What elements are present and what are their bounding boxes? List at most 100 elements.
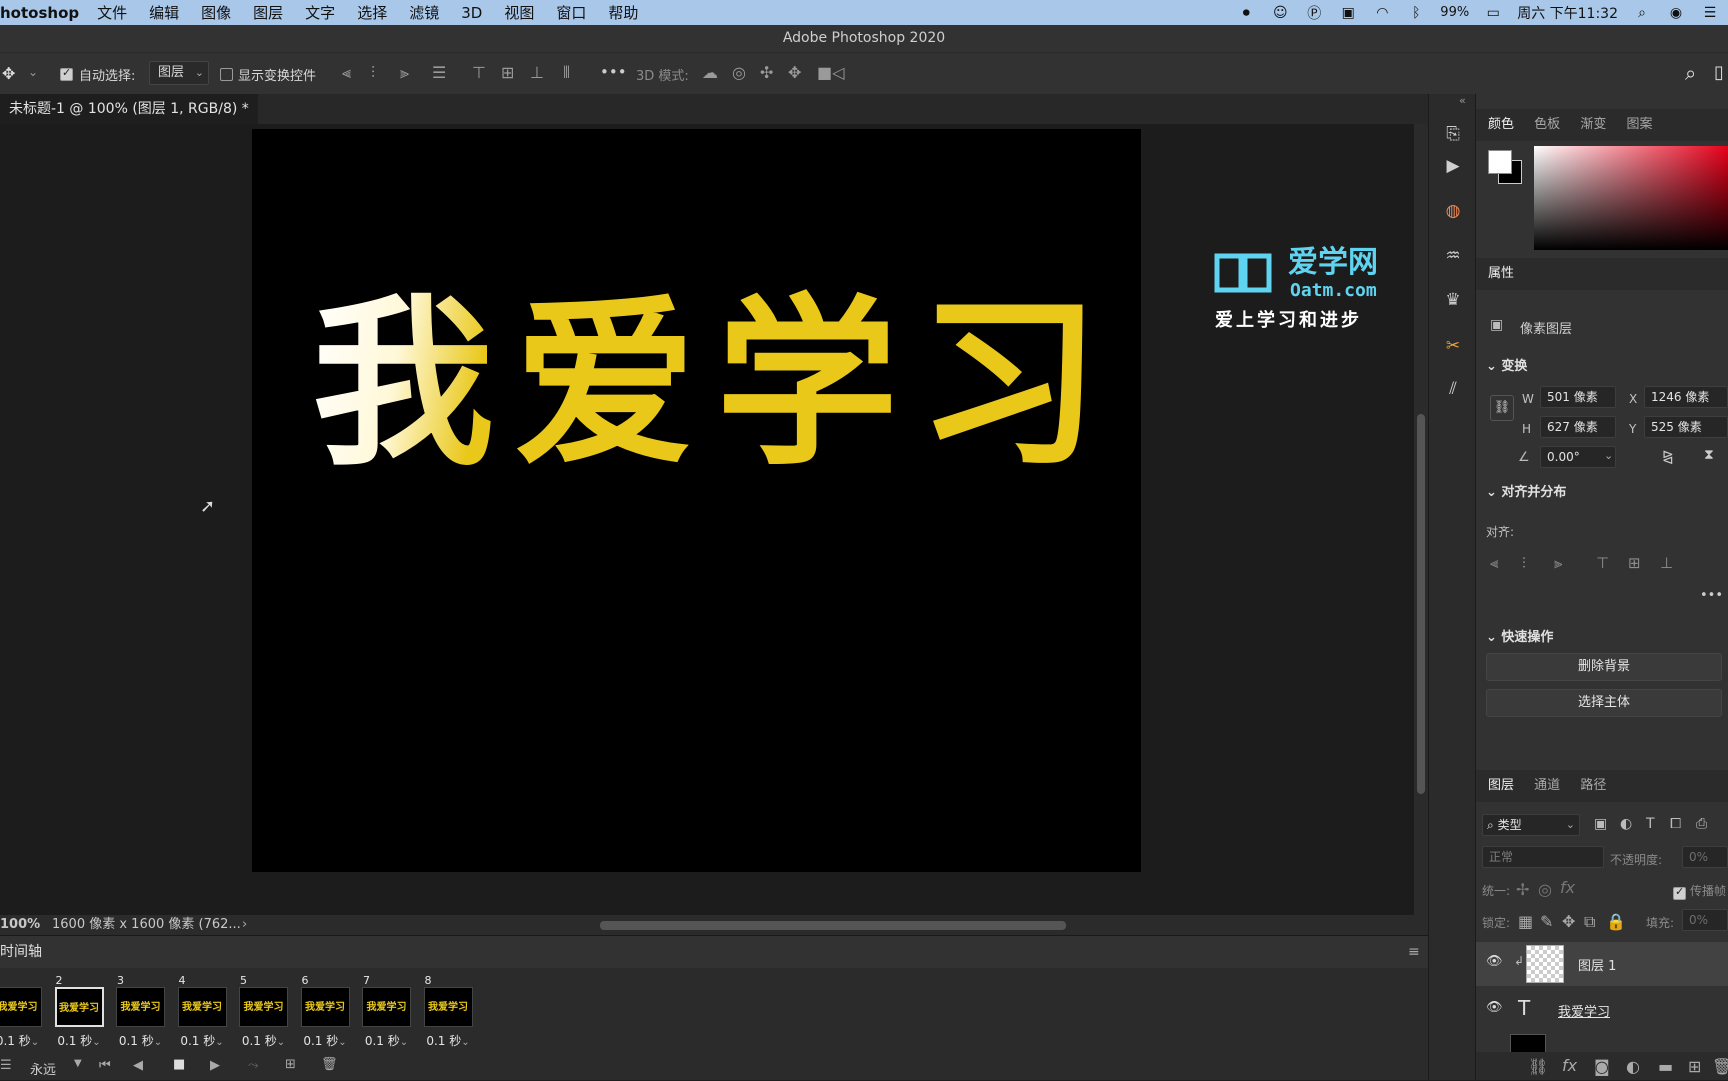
next-frame-icon[interactable]: ▶︎ — [210, 1058, 220, 1073]
frame-thumbnail[interactable]: 我爱学习 — [116, 987, 165, 1027]
zoom-level[interactable]: 100% — [0, 915, 40, 935]
frame-thumbnail[interactable]: 我爱学习 — [0, 987, 42, 1027]
layer-filter-dropdown[interactable]: ⌕ 类型 ⌄ — [1482, 814, 1580, 836]
layer-thumbnail[interactable] — [1526, 945, 1564, 983]
3d-orbit-icon[interactable]: ☁ — [702, 63, 718, 82]
more-align-options-icon[interactable]: ••• — [1700, 588, 1723, 603]
layer-name[interactable]: 我爱学习 — [1558, 1001, 1610, 1020]
tools-icon[interactable]: ✂ — [1441, 334, 1465, 358]
frame-delay[interactable]: 0.1 秒⌄ — [113, 1032, 168, 1049]
clone-source-icon[interactable]: ♛ — [1441, 288, 1465, 312]
duplicate-frame-icon[interactable]: ⊞ — [285, 1057, 296, 1072]
canvas-area[interactable]: 我 爱 学 习 爱学网 Oatm.com 爱上学习和进步 ➚ — [0, 124, 1414, 915]
frame-thumbnail[interactable]: 我爱学习 — [239, 987, 288, 1027]
lock-artboard-icon[interactable]: ⧉ — [1584, 912, 1595, 932]
wechat-icon[interactable]: ☺ — [1270, 4, 1290, 22]
panel-menu-icon[interactable]: ≡ — [1408, 936, 1420, 968]
frame-delay[interactable]: 0.1 秒⌄ — [175, 1032, 230, 1049]
tab-layers[interactable]: 图层 — [1488, 778, 1514, 793]
spotlight-search-icon[interactable]: ⌕ — [1632, 4, 1652, 22]
timeline-frame[interactable]: 3 我爱学习 0.1 秒⌄ — [113, 974, 168, 1050]
align-top-edges-icon[interactable]: ⊤ — [472, 63, 486, 82]
frame-thumbnail[interactable]: 我爱学习 — [54, 987, 104, 1027]
filter-type-icon[interactable]: T — [1646, 816, 1655, 832]
menu-select[interactable]: 选择 — [357, 2, 387, 23]
tab-gradients[interactable]: 渐变 — [1580, 117, 1606, 132]
align-left-edges-icon[interactable]: ⫷ — [342, 63, 351, 83]
panel-align-bottom-icon[interactable]: ⊥ — [1660, 554, 1673, 572]
frame-delay[interactable]: 0.1 秒⌄ — [298, 1032, 353, 1049]
layer-row-pixel[interactable]: 👁 ↲ 图层 1 — [1476, 942, 1728, 986]
delete-layer-icon[interactable]: 🗑 — [1712, 1057, 1728, 1076]
lock-all-icon[interactable]: 🔒 — [1606, 912, 1626, 931]
flip-horizontal-icon[interactable]: ⧎ — [1662, 449, 1674, 465]
panel-align-vcenter-icon[interactable]: ⊞ — [1628, 554, 1641, 572]
adjustment-layer-icon[interactable]: ◐ — [1626, 1057, 1640, 1076]
lock-transparent-icon[interactable]: ▦ — [1518, 912, 1533, 931]
new-layer-icon[interactable]: ⊞ — [1688, 1057, 1701, 1076]
frame-thumbnail[interactable]: 我爱学习 — [177, 987, 227, 1027]
timeline-frame[interactable]: 我爱学习 0.1 秒⌄ — [0, 974, 45, 1050]
frame-delay[interactable]: 0.1 秒⌄ — [359, 1032, 414, 1049]
tab-color[interactable]: 颜色 — [1488, 117, 1514, 132]
tween-icon[interactable]: ⤳ — [248, 1058, 258, 1073]
collapse-panels-icon[interactable]: « — [1459, 94, 1466, 107]
bluetooth-icon[interactable]: ᛒ — [1406, 4, 1426, 22]
timeline-frame[interactable]: 5 我爱学习 0.1 秒⌄ — [236, 974, 291, 1050]
add-mask-icon[interactable]: ◙ — [1594, 1057, 1610, 1076]
link-layers-icon[interactable]: ⛓ — [1528, 1057, 1548, 1076]
search-icon[interactable]: ⌕ — [1685, 61, 1696, 85]
vertical-scroll-thumb[interactable] — [1417, 414, 1425, 794]
timeline-frame[interactable]: 4 我爱学习 0.1 秒⌄ — [175, 974, 230, 1050]
frame-thumbnail[interactable]: 我爱学习 — [423, 987, 473, 1027]
show-transform-checkbox[interactable] — [220, 67, 233, 82]
document-tab[interactable]: 未标题-1 @ 100% (图层 1, RGB/8) * — [0, 94, 258, 124]
timeline-frame[interactable]: 7 我爱学习 0.1 秒⌄ — [359, 974, 414, 1050]
height-field[interactable]: 627 像素 — [1540, 416, 1616, 438]
fg-bg-color-swatches[interactable] — [1488, 150, 1524, 186]
frame-delay[interactable]: 0.1 秒⌄ — [0, 1032, 45, 1049]
loop-option[interactable]: 永远 — [30, 1059, 56, 1078]
unify-position-icon[interactable]: ✢ — [1516, 880, 1529, 899]
panel-align-right-icon[interactable]: ⫸ — [1554, 554, 1562, 572]
lock-pixels-icon[interactable]: ✎ — [1540, 912, 1553, 931]
actions-play-icon[interactable]: ▶ — [1441, 154, 1465, 178]
move-tool-icon[interactable]: ✥ — [2, 64, 15, 83]
menu-help[interactable]: 帮助 — [608, 2, 638, 23]
timeline-options-icon[interactable]: ☰ — [0, 1058, 12, 1073]
angle-dropdown-icon[interactable]: ⌄ — [1604, 449, 1613, 462]
document-canvas[interactable]: 我 爱 学 习 — [252, 129, 1141, 872]
clock[interactable]: 周六 下午11:32 — [1517, 3, 1618, 23]
filter-adjustment-icon[interactable]: ◐ — [1620, 816, 1632, 832]
transform-section-header[interactable]: ⌄ 变换 — [1486, 355, 1527, 374]
frame-thumbnail[interactable]: 我爱学习 — [362, 987, 411, 1027]
color-picker-field[interactable] — [1534, 146, 1728, 250]
control-center-icon[interactable]: ☰ — [1700, 4, 1720, 22]
filter-smart-object-icon[interactable]: ⎙ — [1696, 816, 1707, 832]
align-horizontal-centers-icon[interactable]: ⫶ — [371, 63, 375, 83]
align-vertical-centers-icon[interactable]: ⊞ — [501, 63, 514, 82]
layer-name[interactable]: 图层 1 — [1578, 955, 1616, 974]
menu-3d[interactable]: 3D — [461, 4, 482, 22]
new-group-icon[interactable]: ▬ — [1658, 1057, 1673, 1076]
align-bottom-edges-icon[interactable]: ⊥ — [530, 63, 544, 82]
distribute-vertical-icon[interactable]: ☰ — [432, 63, 446, 82]
menu-app-name[interactable]: hotoshop — [0, 4, 79, 22]
menu-layer[interactable]: 图层 — [253, 2, 283, 23]
3d-camera-icon[interactable]: ■◁ — [817, 63, 844, 82]
frame-thumbnail[interactable]: 我爱学习 — [300, 987, 350, 1027]
more-options-button[interactable]: ••• — [600, 63, 627, 81]
y-field[interactable]: 525 像素 — [1644, 416, 1728, 438]
timeline-frame[interactable]: 6 我爱学习 0.1 秒⌄ — [298, 974, 353, 1050]
document-info[interactable]: 1600 像素 x 1600 像素 (762... — [52, 915, 241, 935]
distribute-horizontal-icon[interactable]: ⦀ — [563, 63, 570, 83]
tool-preset-chevron-icon[interactable]: ⌄ — [28, 65, 38, 79]
x-field[interactable]: 1246 像素 — [1644, 386, 1728, 408]
unify-style-icon[interactable]: fx — [1560, 878, 1575, 897]
width-field[interactable]: 501 像素 — [1540, 386, 1616, 408]
quick-actions-header[interactable]: ⌄ 快速操作 — [1486, 626, 1553, 645]
3d-roll-icon[interactable]: ◎ — [732, 63, 746, 82]
tab-channels[interactable]: 通道 — [1534, 778, 1560, 793]
link-dimensions-icon[interactable]: ⛓ — [1490, 395, 1514, 421]
frame-delay[interactable]: 0.1 秒⌄ — [421, 1032, 476, 1049]
